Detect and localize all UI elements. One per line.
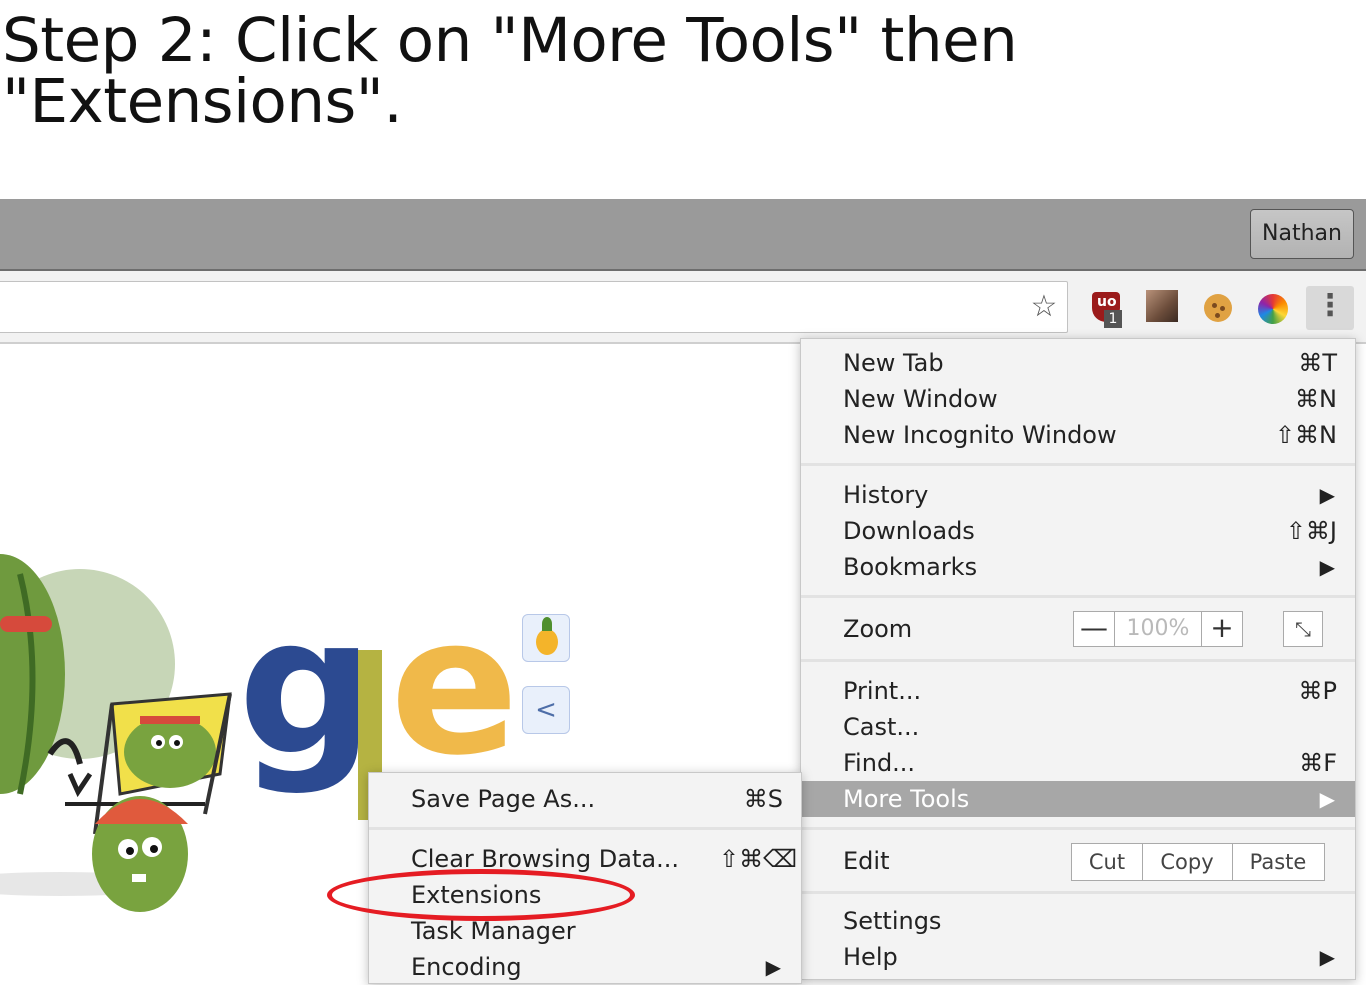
menu-item-new-incognito[interactable]: New Incognito Window ⇧⌘N	[801, 417, 1355, 453]
profile-button[interactable]: Nathan	[1250, 209, 1354, 259]
menu-item-find[interactable]: Find... ⌘F	[801, 745, 1355, 781]
menu-item-cast[interactable]: Cast...	[801, 709, 1355, 745]
cut-button[interactable]: Cut	[1072, 844, 1143, 880]
menu-separator	[801, 891, 1355, 894]
new-tab-label: New Tab	[843, 349, 944, 377]
caption-line-1: Step 2: Click on "More Tools" then	[2, 5, 1018, 76]
menu-item-downloads[interactable]: Downloads ⇧⌘J	[801, 513, 1355, 549]
new-window-label: New Window	[843, 385, 998, 413]
menu-item-more-tools[interactable]: More Tools ▶	[801, 781, 1355, 817]
zoom-control: — 100% +	[1073, 611, 1243, 647]
menu-item-bookmarks[interactable]: Bookmarks ▶	[801, 549, 1355, 585]
color-wheel-shape	[1258, 294, 1288, 324]
ublock-icon[interactable]: 1	[1090, 290, 1124, 328]
zoom-label: Zoom	[843, 615, 913, 643]
share-icon[interactable]: <	[522, 686, 570, 734]
profile-photo-icon[interactable]	[1146, 290, 1180, 324]
menu-separator	[801, 827, 1355, 830]
cast-label: Cast...	[843, 713, 920, 741]
more-tools-arrow-icon: ▶	[1319, 787, 1335, 811]
history-arrow-icon: ▶	[1319, 483, 1335, 507]
help-arrow-icon: ▶	[1319, 945, 1335, 969]
bookmarks-label: Bookmarks	[843, 553, 978, 581]
menu-separator	[801, 659, 1355, 662]
menu-item-help[interactable]: Help ▶	[801, 939, 1355, 975]
find-label: Find...	[843, 749, 916, 777]
new-tab-shortcut: ⌘T	[1298, 349, 1337, 377]
more-tools-label: More Tools	[843, 785, 970, 813]
edit-label: Edit	[843, 847, 890, 875]
menu-separator	[801, 595, 1355, 598]
ublock-badge: 1	[1104, 310, 1122, 328]
downloads-shortcut: ⇧⌘J	[1285, 517, 1337, 545]
doodle-letter-g: g	[238, 576, 375, 797]
paste-button[interactable]: Paste	[1232, 844, 1324, 880]
submenu-separator	[369, 827, 801, 830]
find-shortcut: ⌘F	[1299, 749, 1337, 777]
encoding-label: Encoding	[411, 953, 522, 981]
edit-controls: Cut Copy Paste	[1071, 843, 1325, 881]
color-wheel-icon[interactable]	[1256, 290, 1290, 324]
help-label: Help	[843, 943, 898, 971]
pineapple-shape	[536, 617, 558, 655]
save-page-shortcut: ⌘S	[743, 785, 783, 813]
menu-item-new-window[interactable]: New Window ⌘N	[801, 381, 1355, 417]
print-shortcut: ⌘P	[1298, 677, 1337, 705]
clear-data-shortcut: ⇧⌘⌫	[718, 845, 797, 873]
menu-item-print[interactable]: Print... ⌘P	[801, 673, 1355, 709]
profile-photo-image	[1146, 290, 1178, 322]
new-window-shortcut: ⌘N	[1295, 385, 1337, 413]
fullscreen-icon[interactable]: ⤡	[1283, 611, 1323, 647]
zoom-out-button[interactable]: —	[1074, 612, 1115, 646]
chrome-menu-icon[interactable]: ⋮	[1306, 286, 1354, 330]
menu-item-zoom: Zoom — 100% + ⤡	[801, 611, 1355, 647]
print-label: Print...	[843, 677, 922, 705]
cookie-icon[interactable]	[1202, 290, 1236, 324]
menu-item-new-tab[interactable]: New Tab ⌘T	[801, 345, 1355, 381]
history-label: History	[843, 481, 929, 509]
menu-item-history[interactable]: History ▶	[801, 477, 1355, 513]
step-caption: Step 2: Click on "More Tools" then "Exte…	[2, 10, 1202, 132]
submenu-item-save-page[interactable]: Save Page As... ⌘S	[369, 781, 801, 817]
encoding-arrow-icon: ▶	[765, 955, 781, 979]
bookmarks-arrow-icon: ▶	[1319, 555, 1335, 579]
zoom-in-button[interactable]: +	[1201, 612, 1242, 646]
doodle-letter-e: e	[390, 576, 519, 797]
extensions-highlight-ellipse	[327, 869, 635, 921]
cookie-shape	[1204, 294, 1232, 322]
settings-label: Settings	[843, 907, 942, 935]
pineapple-icon[interactable]	[522, 614, 570, 662]
menu-item-edit: Edit Cut Copy Paste	[801, 843, 1355, 881]
submenu-item-encoding[interactable]: Encoding ▶	[369, 949, 801, 985]
caption-line-2: "Extensions".	[2, 66, 403, 137]
menu-item-settings[interactable]: Settings	[801, 903, 1355, 939]
copy-button[interactable]: Copy	[1142, 844, 1233, 880]
browser-titlebar	[0, 199, 1366, 269]
chrome-main-menu: New Tab ⌘T New Window ⌘N New Incognito W…	[800, 338, 1356, 980]
downloads-label: Downloads	[843, 517, 975, 545]
new-incognito-shortcut: ⇧⌘N	[1274, 421, 1337, 449]
menu-separator	[801, 463, 1355, 466]
address-bar[interactable]	[0, 281, 1068, 333]
bookmark-star-icon[interactable]: ☆	[1028, 291, 1060, 323]
new-incognito-label: New Incognito Window	[843, 421, 1117, 449]
save-page-label: Save Page As...	[411, 785, 596, 813]
zoom-value: 100%	[1126, 616, 1190, 641]
